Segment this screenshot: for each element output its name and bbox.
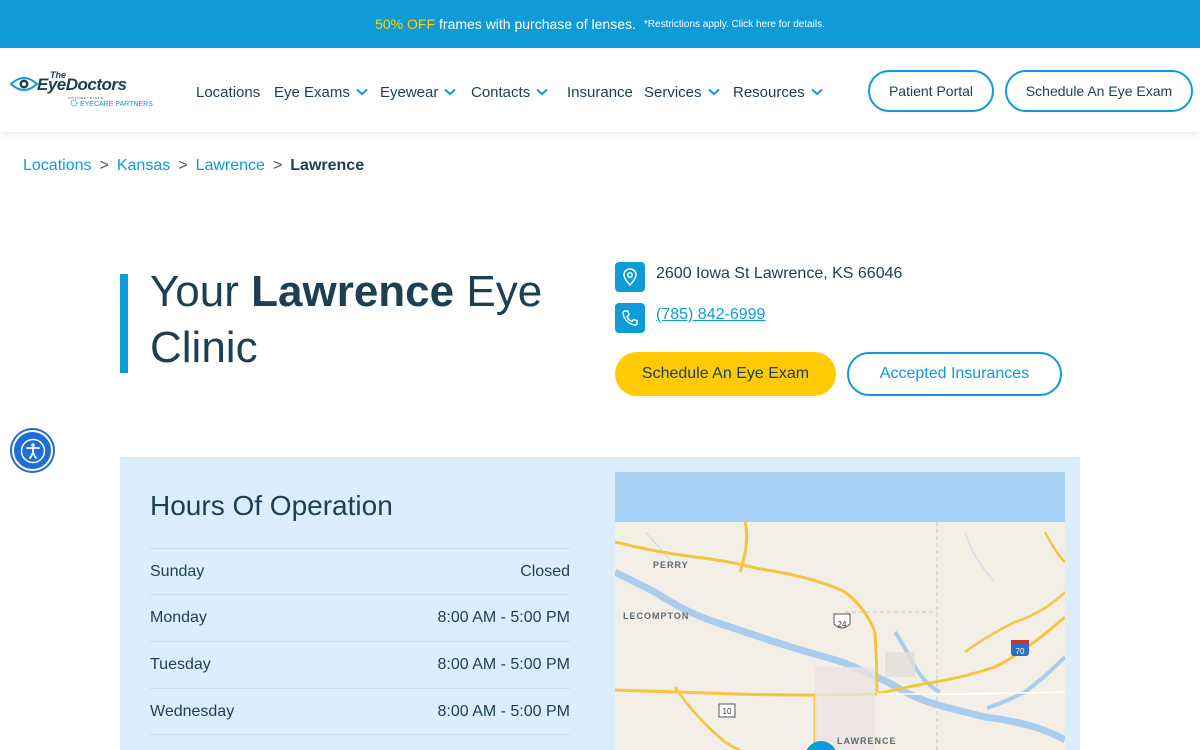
partner-icon bbox=[70, 99, 78, 107]
patient-portal-button[interactable]: Patient Portal bbox=[868, 70, 994, 112]
hours-day: Sunday bbox=[150, 562, 205, 580]
chevron-down-icon bbox=[444, 88, 457, 96]
hours-time: 8:00 AM - 5:00 PM bbox=[437, 608, 570, 626]
nav-insurance[interactable]: Insurance bbox=[567, 82, 633, 102]
nav-contacts[interactable]: Contacts bbox=[471, 82, 548, 102]
shield-label: 10 bbox=[723, 707, 732, 716]
nav-eye-exams[interactable]: Eye Exams bbox=[274, 82, 368, 102]
hours-row-divider bbox=[150, 734, 570, 750]
hours-day: Tuesday bbox=[150, 655, 211, 673]
nav-locations[interactable]: Locations bbox=[196, 82, 260, 102]
breadcrumb-locations[interactable]: Locations bbox=[23, 157, 92, 175]
hours-day: Wednesday bbox=[150, 702, 235, 720]
promo-text: frames with purchase of lenses. bbox=[439, 16, 636, 32]
chevron-down-icon bbox=[811, 88, 823, 96]
hours-time: 8:00 AM - 5:00 PM bbox=[437, 702, 570, 720]
schedule-exam-button[interactable]: Schedule An Eye Exam bbox=[615, 352, 836, 396]
hours-row: Sunday Closed bbox=[150, 548, 570, 594]
map-label-lecompton: LECOMPTON bbox=[623, 611, 689, 621]
breadcrumb-kansas[interactable]: Kansas bbox=[117, 157, 170, 175]
map-canvas: 24 70 10 PERRY LECOMPTON LAWRENCE bbox=[615, 472, 1065, 750]
nav-label: Contacts bbox=[471, 83, 531, 101]
breadcrumb-separator: > bbox=[272, 157, 283, 174]
promo-highlight: 50% OFF bbox=[375, 16, 436, 32]
chevron-down-icon bbox=[707, 88, 720, 96]
nav-resources[interactable]: Resources bbox=[733, 82, 823, 102]
hours-title: Hours Of Operation bbox=[150, 490, 393, 521]
promo-fine-print: *Restrictions apply. Click here for deta… bbox=[643, 18, 825, 30]
breadcrumb: Locations > Kansas > Lawrence > Lawrence bbox=[23, 157, 364, 175]
map-header-strip bbox=[615, 472, 1065, 522]
hours-row: Monday 8:00 AM - 5:00 PM bbox=[150, 594, 570, 640]
map-label-perry: PERRY bbox=[653, 560, 689, 570]
breadcrumb-separator: > bbox=[99, 157, 109, 174]
breadcrumb-separator: > bbox=[178, 157, 188, 174]
nav-label: Locations bbox=[196, 83, 261, 101]
accessibility-button[interactable] bbox=[12, 430, 53, 471]
phone-icon bbox=[615, 303, 645, 333]
button-label: Patient Portal bbox=[888, 83, 974, 99]
chevron-down-icon bbox=[536, 88, 548, 96]
nav-label: Insurance bbox=[567, 83, 633, 101]
button-label: Accepted Insurances bbox=[879, 365, 1030, 382]
shield-label: 24 bbox=[838, 620, 847, 629]
breadcrumb-current: Lawrence bbox=[290, 157, 365, 174]
chevron-down-icon bbox=[356, 88, 368, 96]
eye-logo-icon bbox=[10, 77, 38, 91]
location-map[interactable]: 24 70 10 PERRY LECOMPTON LAWRENCE bbox=[615, 472, 1065, 750]
logo-partner: EYECARE PARTNERS. bbox=[70, 99, 155, 108]
accessibility-icon bbox=[20, 438, 45, 463]
hours-time: Closed bbox=[520, 562, 570, 580]
urban-area bbox=[885, 652, 915, 677]
map-label-lawrence: LAWRENCE bbox=[837, 736, 897, 746]
hours-time: 8:00 AM - 5:00 PM bbox=[437, 655, 570, 673]
promo-banner[interactable]: 50% OFF frames with purchase of lenses. … bbox=[0, 0, 1200, 48]
hours-day: Monday bbox=[150, 608, 207, 626]
title-accent-bar bbox=[120, 274, 128, 373]
site-logo[interactable]: The EyeDoctors OPTOMETRISTS EYECARE PART… bbox=[10, 70, 160, 112]
map-pin-icon bbox=[615, 262, 645, 292]
accepted-insurances-button[interactable]: Accepted Insurances bbox=[847, 352, 1062, 396]
clinic-phone-link[interactable]: (785) 842-6999 bbox=[656, 306, 765, 324]
title-city: Lawrence bbox=[251, 267, 455, 316]
nav-label: Eyewear bbox=[380, 83, 439, 101]
clinic-address: 2600 Iowa St Lawrence, KS 66046 bbox=[656, 265, 903, 282]
logo-wordmark: EyeDoctors bbox=[37, 75, 127, 94]
hours-row: Wednesday 8:00 AM - 5:00 PM bbox=[150, 688, 570, 734]
route-10-shield: 10 bbox=[718, 703, 736, 718]
nav-label: Resources bbox=[733, 83, 805, 101]
route-70-shield: 70 bbox=[1011, 640, 1029, 656]
nav-label: Services bbox=[644, 83, 702, 101]
breadcrumb-lawrence[interactable]: Lawrence bbox=[196, 157, 265, 175]
header-schedule-button[interactable]: Schedule An Eye Exam bbox=[1005, 70, 1193, 112]
nav-label: Eye Exams bbox=[274, 83, 350, 101]
nav-eyewear[interactable]: Eyewear bbox=[380, 82, 457, 102]
title-pre: Your bbox=[150, 267, 252, 316]
shield-label: 70 bbox=[1016, 647, 1025, 656]
logo-partner-text: EYECARE PARTNERS. bbox=[79, 101, 155, 108]
button-label: Schedule An Eye Exam bbox=[641, 365, 810, 382]
button-label: Schedule An Eye Exam bbox=[1025, 83, 1173, 99]
page-title: Your Lawrence Eye Clinic bbox=[150, 264, 590, 376]
nav-services[interactable]: Services bbox=[644, 82, 720, 102]
hours-row: Tuesday 8:00 AM - 5:00 PM bbox=[150, 641, 570, 687]
